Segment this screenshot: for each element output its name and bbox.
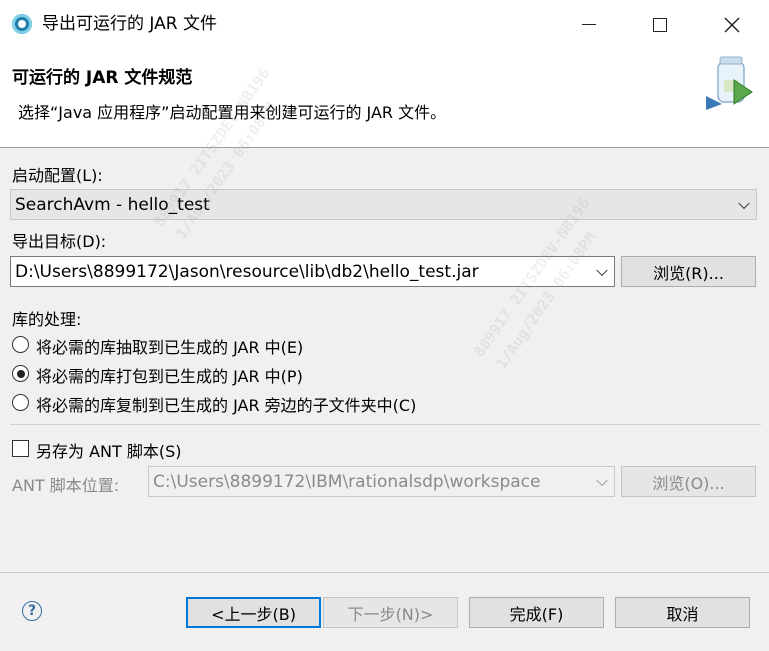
watermark-line: 1/Aug/2023 06:08PM: [492, 228, 600, 373]
page-title: 可运行的 JAR 文件规范: [12, 68, 193, 88]
chevron-down-icon: [596, 264, 608, 276]
next-button[interactable]: 下一步(N)>: [323, 597, 458, 628]
save-ant-script-label: 另存为 ANT 脚本(S): [36, 442, 182, 461]
radio-copy-libs-label: 将必需的库复制到已生成的 JAR 旁边的子文件夹中(C): [36, 396, 417, 415]
browse-export-button[interactable]: 浏览(R)...: [621, 256, 756, 287]
cancel-button[interactable]: 取消: [615, 597, 750, 628]
separator: [10, 424, 761, 425]
eclipse-app-icon: [12, 14, 32, 34]
minimize-button[interactable]: [554, 0, 624, 49]
radio-extract-libs-label: 将必需的库抽取到已生成的 JAR 中(E): [36, 338, 304, 357]
maximize-icon: [653, 17, 667, 32]
maximize-button[interactable]: [625, 0, 695, 49]
export-target-label: 导出目标(D):: [12, 232, 107, 251]
page-description: 选择“Java 应用程序”启动配置用来创建可运行的 JAR 文件。: [18, 103, 447, 122]
help-icon[interactable]: ?: [22, 601, 42, 621]
jar-export-wizard-icon: [706, 56, 753, 110]
window-title: 导出可运行的 JAR 文件: [42, 14, 217, 34]
launch-config-value: SearchAvm - hello_test: [15, 194, 210, 215]
close-button[interactable]: [697, 0, 767, 49]
library-handling-label: 库的处理:: [12, 310, 82, 329]
ant-location-combo[interactable]: C:\Users\8899172\IBM\rationalsdp\workspa…: [148, 466, 615, 497]
radio-extract-libs[interactable]: [12, 336, 29, 353]
close-icon: [724, 17, 740, 32]
chevron-down-icon: [738, 197, 750, 209]
radio-copy-libs[interactable]: [12, 394, 29, 411]
footer-separator: [0, 572, 769, 573]
launch-config-select[interactable]: SearchAvm - hello_test: [10, 189, 757, 220]
finish-button[interactable]: 完成(F): [469, 597, 604, 628]
minimize-icon: [582, 24, 596, 25]
back-button[interactable]: <上一步(B): [186, 597, 321, 628]
ant-location-label: ANT 脚本位置:: [12, 476, 120, 495]
export-target-value: D:\Users\8899172\Jason\resource\lib\db2\…: [15, 261, 479, 282]
browse-ant-button[interactable]: 浏览(O)...: [621, 466, 756, 497]
radio-package-libs[interactable]: [12, 365, 29, 382]
export-target-combo[interactable]: D:\Users\8899172\Jason\resource\lib\db2\…: [10, 256, 615, 287]
chevron-down-icon: [596, 474, 608, 486]
launch-config-label: 启动配置(L):: [12, 166, 103, 185]
ant-location-value: C:\Users\8899172\IBM\rationalsdp\workspa…: [153, 471, 541, 492]
save-ant-script-checkbox[interactable]: [12, 440, 29, 457]
radio-package-libs-label: 将必需的库打包到已生成的 JAR 中(P): [36, 367, 303, 386]
